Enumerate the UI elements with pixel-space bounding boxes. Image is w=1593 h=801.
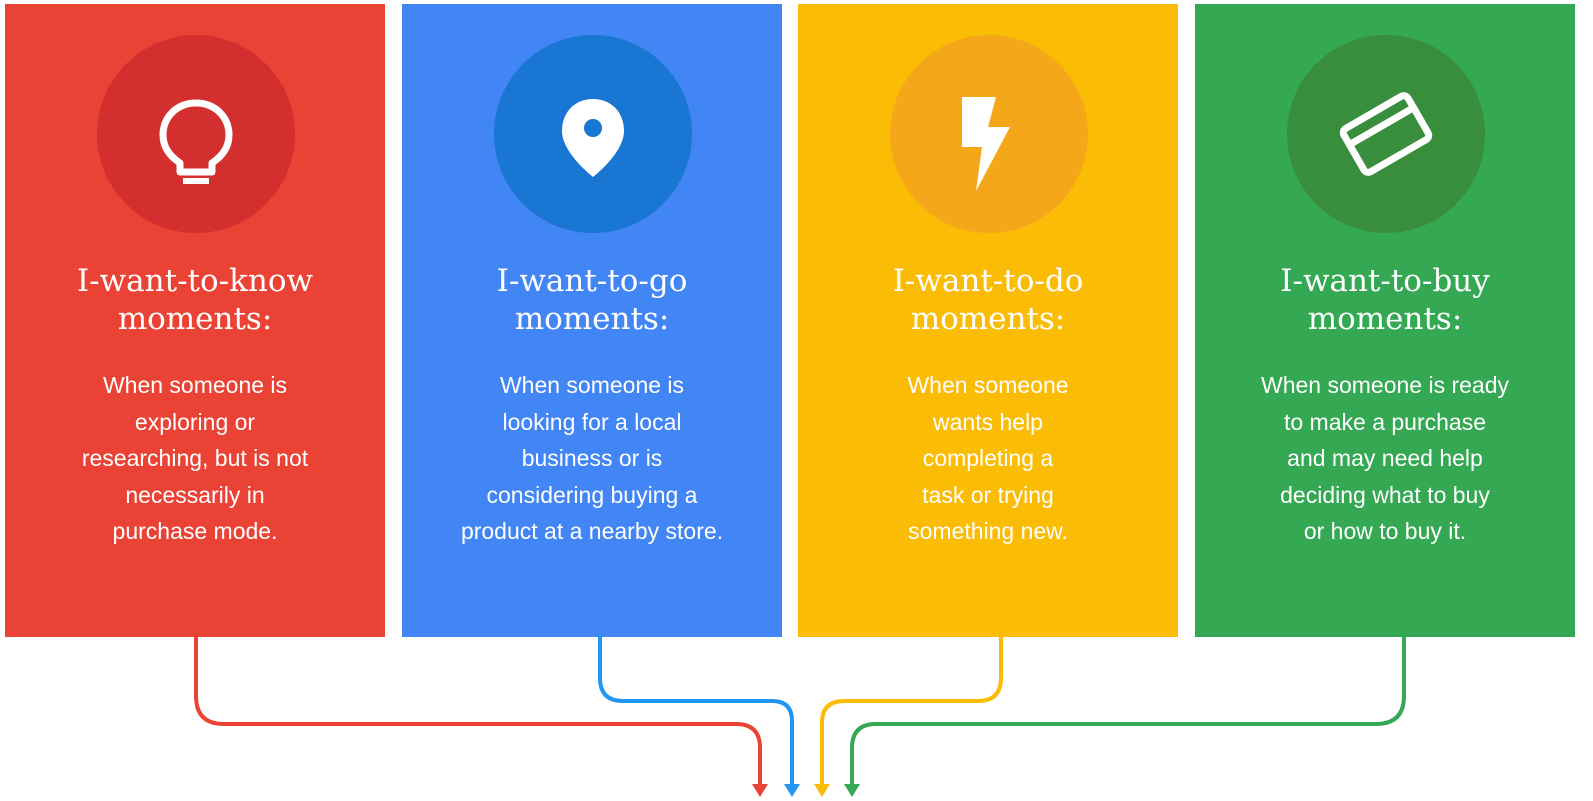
- card-title-line2: moments:: [514, 301, 670, 337]
- credit-card-icon: [1339, 92, 1433, 176]
- desc-line: purchase mode.: [112, 518, 278, 544]
- card-title-line1: I-want-to-know: [76, 263, 314, 299]
- card-title-line1: I-want-to-do: [892, 263, 1084, 299]
- desc-line: task or trying: [922, 481, 1054, 508]
- card-description: When someone wants help completing a tas…: [838, 367, 1138, 550]
- desc-line: When someone is ready: [1260, 372, 1509, 398]
- desc-line: deciding what to buy: [1280, 481, 1490, 508]
- card-title: I-want-to-buy moments:: [1195, 262, 1575, 338]
- connector-line-yellow: [820, 635, 1003, 788]
- icon-circle: [1287, 35, 1485, 233]
- card-title: I-want-to-know moments:: [5, 262, 385, 338]
- desc-line: wants help: [933, 408, 1043, 435]
- desc-line: When someone is: [499, 372, 685, 398]
- arrowhead-yellow: [814, 784, 830, 797]
- card-title-line2: moments:: [1307, 301, 1463, 337]
- card-description: When someone is exploring or researching…: [45, 367, 345, 550]
- desc-line: or how to buy it.: [1303, 518, 1467, 544]
- icon-circle: [97, 35, 295, 233]
- icon-circle: [890, 35, 1088, 233]
- arrowhead-green: [844, 784, 860, 797]
- connector-line-red: [194, 635, 762, 788]
- card-description: When someone is ready to make a purchase…: [1235, 367, 1535, 550]
- desc-line: completing a: [922, 445, 1054, 471]
- card-title-line2: moments:: [117, 301, 273, 337]
- card-i-want-to-go: I-want-to-go moments: When someone is lo…: [402, 4, 782, 637]
- icon-circle: [494, 35, 692, 233]
- card-i-want-to-buy: I-want-to-buy moments: When someone is r…: [1195, 4, 1575, 637]
- card-title-line2: moments:: [910, 301, 1066, 337]
- desc-line: When someone: [907, 372, 1069, 398]
- desc-line: necessarily in: [125, 481, 265, 508]
- desc-line: product at a nearby store.: [460, 518, 724, 544]
- connector-line-green: [850, 635, 1406, 788]
- card-title-line1: I-want-to-buy: [1280, 263, 1490, 299]
- card-description: When someone is looking for a local busi…: [442, 367, 742, 550]
- desc-line: researching, but is not: [81, 445, 309, 471]
- card-title: I-want-to-do moments:: [798, 262, 1178, 338]
- desc-line: When someone is: [102, 372, 288, 398]
- desc-line: looking for a local: [502, 408, 682, 435]
- arrowhead-blue: [784, 784, 800, 797]
- lightbulb-icon: [159, 99, 233, 184]
- card-title: I-want-to-go moments:: [402, 262, 782, 338]
- card-i-want-to-know: I-want-to-know moments: When someone is …: [5, 4, 385, 637]
- card-i-want-to-do: I-want-to-do moments: When someone wants…: [798, 4, 1178, 637]
- card-title-line1: I-want-to-go: [496, 263, 688, 299]
- desc-line: exploring or: [134, 408, 256, 435]
- desc-line: business or is: [521, 445, 663, 471]
- lightning-bolt-icon: [962, 97, 1010, 191]
- desc-line: and may need help: [1287, 445, 1483, 471]
- desc-line: to make a purchase: [1283, 408, 1486, 435]
- desc-line: something new.: [908, 518, 1068, 544]
- location-pin-icon: [562, 99, 624, 177]
- desc-line: considering buying a: [486, 481, 698, 508]
- arrowhead-red: [752, 784, 768, 797]
- connector-line-blue: [598, 635, 794, 788]
